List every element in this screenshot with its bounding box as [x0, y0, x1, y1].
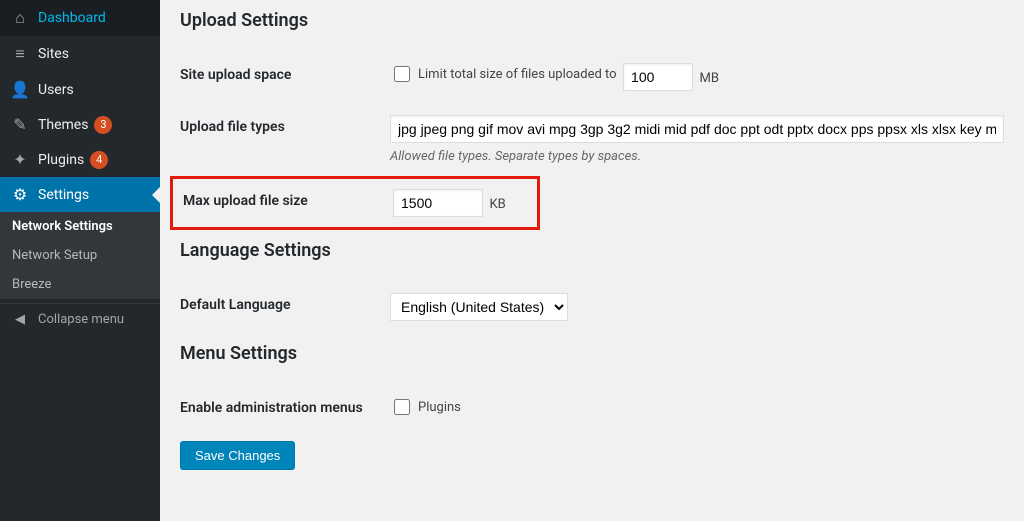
limit-upload-checkbox-wrapper[interactable]: Limit total size of files uploaded to: [390, 63, 617, 85]
admin-menus-plugins-label: Plugins: [418, 400, 461, 415]
sidebar-item-settings[interactable]: ⚙ Settings: [0, 177, 160, 212]
limit-upload-checkbox[interactable]: [394, 66, 410, 82]
save-changes-button[interactable]: Save Changes: [180, 441, 295, 470]
menu-settings-heading: Menu Settings: [180, 343, 1004, 364]
sidebar-sub-network-setup[interactable]: Network Setup: [0, 241, 160, 270]
plugins-badge: 4: [90, 151, 108, 169]
label-site-upload-space: Site upload space: [180, 63, 390, 83]
sidebar-sub-breeze[interactable]: Breeze: [0, 270, 160, 299]
sidebar-item-label: Sites: [38, 46, 69, 62]
admin-menus-plugins-checkbox[interactable]: [394, 399, 410, 415]
sidebar-sub-network-settings[interactable]: Network Settings: [0, 212, 160, 241]
sidebar-item-label: Dashboard: [38, 10, 106, 26]
upload-file-types-input[interactable]: [390, 115, 1004, 143]
sidebar-item-label: Themes: [38, 117, 88, 133]
label-enable-admin-menus: Enable administration menus: [180, 396, 390, 416]
admin-menus-checkbox-wrapper[interactable]: Plugins: [390, 396, 461, 418]
label-max-upload-file-size: Max upload file size: [183, 189, 393, 209]
upload-file-types-desc: Allowed file types. Separate types by sp…: [390, 149, 1004, 164]
sidebar-item-label: Users: [38, 82, 74, 98]
users-icon: 👤: [10, 80, 30, 99]
collapse-menu[interactable]: ◀ Collapse menu: [0, 303, 160, 335]
site-upload-space-suffix: MB: [699, 71, 718, 86]
sidebar-item-dashboard[interactable]: ⌂ Dashboard: [0, 0, 160, 36]
admin-sidebar: ⌂ Dashboard ≡ Sites 👤 Users ✎ Themes 3 ✦…: [0, 0, 160, 521]
sidebar-item-label: Settings: [38, 187, 89, 203]
row-enable-admin-menus: Enable administration menus Plugins: [180, 384, 1004, 431]
plugins-icon: ✦: [10, 150, 30, 169]
collapse-label: Collapse menu: [38, 312, 124, 327]
limit-upload-label: Limit total size of files uploaded to: [418, 67, 617, 82]
sidebar-item-plugins[interactable]: ✦ Plugins 4: [0, 142, 160, 177]
language-settings-heading: Language Settings: [180, 240, 1004, 261]
sidebar-item-sites[interactable]: ≡ Sites: [0, 36, 160, 72]
main-content: Upload Settings Site upload space Limit …: [160, 0, 1024, 521]
max-upload-file-size-input[interactable]: [393, 189, 483, 217]
collapse-icon: ◀: [10, 312, 30, 327]
sidebar-item-label: Plugins: [38, 152, 84, 168]
label-default-language: Default Language: [180, 293, 390, 313]
row-max-upload-file-size: Max upload file size KB: [170, 176, 540, 230]
row-upload-file-types: Upload file types Allowed file types. Se…: [180, 103, 1004, 176]
site-upload-space-input[interactable]: [623, 63, 693, 91]
settings-icon: ⚙: [10, 185, 30, 204]
sidebar-item-themes[interactable]: ✎ Themes 3: [0, 107, 160, 142]
themes-icon: ✎: [10, 115, 30, 134]
dashboard-icon: ⌂: [10, 8, 30, 28]
row-default-language: Default Language English (United States): [180, 281, 1004, 333]
label-upload-file-types: Upload file types: [180, 115, 390, 135]
max-upload-file-size-suffix: KB: [489, 197, 505, 212]
sites-icon: ≡: [10, 44, 30, 64]
row-site-upload-space: Site upload space Limit total size of fi…: [180, 51, 1004, 103]
upload-settings-heading: Upload Settings: [180, 10, 1004, 31]
themes-badge: 3: [94, 116, 112, 134]
sidebar-item-users[interactable]: 👤 Users: [0, 72, 160, 107]
default-language-select[interactable]: English (United States): [390, 293, 568, 321]
